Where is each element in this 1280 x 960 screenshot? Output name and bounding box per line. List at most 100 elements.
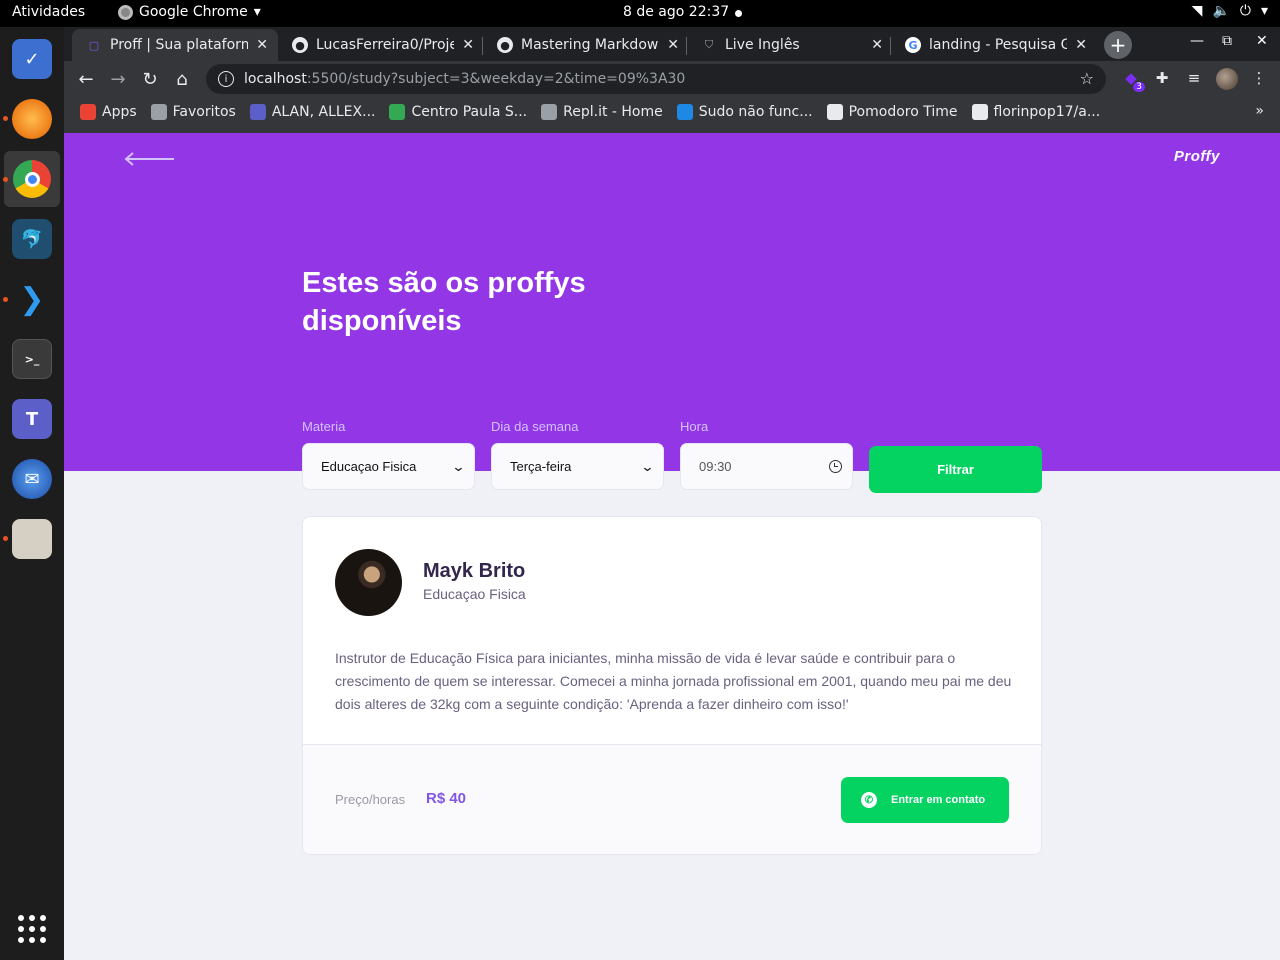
forward-icon[interactable]: → bbox=[105, 66, 131, 92]
weekday-select[interactable]: Terça-feira ⌄ bbox=[491, 443, 664, 490]
favicon-icon bbox=[676, 104, 693, 120]
vscode-icon[interactable]: ❯ bbox=[12, 279, 52, 319]
teacher-bio: Instrutor de Educação Física para inicia… bbox=[335, 650, 1012, 712]
chrome-dock-item[interactable] bbox=[4, 151, 60, 207]
firefox-icon[interactable] bbox=[12, 99, 52, 139]
weekday-field: Dia da semana Terça-feira ⌄ bbox=[491, 419, 664, 490]
price-label: Preço/horas bbox=[335, 792, 406, 807]
site-info-icon[interactable]: i bbox=[218, 71, 234, 87]
activities-button[interactable]: Atividades bbox=[12, 4, 85, 20]
favicon-icon bbox=[971, 104, 988, 120]
bookmark-item[interactable]: Repl.it - Home bbox=[541, 104, 663, 120]
brand-logo: Proffy bbox=[1173, 148, 1220, 165]
browser-toolbar: ← → ↻ ⌂ i localhost:5500/study?subject=3… bbox=[64, 61, 1280, 97]
favicon-icon bbox=[249, 104, 266, 120]
address-path: :5500/study?subject=3&weekday=2&time=09%… bbox=[306, 71, 686, 87]
tab-landing-search[interactable]: G landing - Pesquisa Google ✕ bbox=[891, 29, 1097, 61]
running-indicator bbox=[3, 177, 8, 182]
show-apps-icon[interactable] bbox=[18, 915, 46, 943]
time-label: Hora bbox=[680, 419, 709, 434]
app-menu[interactable]: Google Chrome ▾ bbox=[118, 4, 261, 20]
back-arrow-icon[interactable] bbox=[124, 149, 176, 169]
weekday-select-value: Terça-feira bbox=[510, 459, 572, 474]
more-menu-icon[interactable]: ⋮ bbox=[1248, 67, 1270, 89]
subject-select[interactable]: Educaçao Fisica ⌄ bbox=[302, 443, 475, 490]
shield-icon: ⛉ bbox=[704, 38, 714, 51]
system-tray[interactable]: ◥ 🔈 ⏻ ▾ bbox=[1192, 3, 1268, 19]
files-icon[interactable] bbox=[12, 519, 52, 559]
apps-grid-icon bbox=[80, 104, 96, 120]
subject-select-value: Educaçao Fisica bbox=[321, 459, 417, 474]
bookmark-label: Sudo não func... bbox=[698, 104, 813, 120]
bookmark-item[interactable]: ALAN, ALLEX... bbox=[249, 104, 375, 120]
back-icon[interactable]: ← bbox=[73, 66, 99, 92]
teacher-name: Mayk Brito bbox=[423, 560, 526, 582]
home-icon[interactable]: ⌂ bbox=[169, 66, 195, 92]
todo-app-icon[interactable]: ✓ bbox=[12, 39, 52, 79]
profile-avatar[interactable] bbox=[1216, 68, 1238, 90]
close-icon[interactable]: ✕ bbox=[256, 37, 268, 53]
volume-icon: 🔈 bbox=[1212, 3, 1230, 19]
teacher-avatar bbox=[335, 549, 402, 616]
subject-field: Materia Educaçao Fisica ⌄ bbox=[302, 419, 475, 490]
bookmark-item[interactable]: Sudo não func... bbox=[676, 104, 813, 120]
bookmark-label: Centro Paula S... bbox=[411, 104, 528, 120]
dock: ✓ 🐬 ❯ >_ T ✉ bbox=[0, 27, 64, 960]
close-icon[interactable]: ✕ bbox=[1075, 37, 1087, 53]
tab-title: Proff | Sua plataforma bbox=[110, 37, 249, 53]
caret-down-icon: ▾ bbox=[253, 4, 261, 20]
power-icon: ⏻ bbox=[1239, 3, 1251, 19]
folder-icon bbox=[150, 104, 167, 120]
bookmark-label: florinpop17/a... bbox=[993, 104, 1101, 120]
extension-icon[interactable]: ◆ 3 bbox=[1120, 67, 1145, 92]
close-icon[interactable]: ✕ bbox=[667, 37, 679, 53]
bookmark-item[interactable]: Pomodoro Time bbox=[826, 104, 958, 120]
app-menu-label: Google Chrome bbox=[139, 4, 248, 20]
close-window-icon[interactable]: ✕ bbox=[1256, 33, 1268, 49]
bookmark-item[interactable]: florinpop17/a... bbox=[971, 104, 1101, 120]
page-title: Estes são os proffys disponíveis bbox=[302, 267, 586, 337]
bookmarks-overflow-icon[interactable]: » bbox=[1255, 103, 1264, 119]
clock[interactable]: 8 de ago 22:37 bbox=[623, 4, 729, 20]
proffy-chat-icon: ▢ bbox=[88, 38, 100, 52]
bookmark-item[interactable]: Centro Paula S... bbox=[389, 104, 527, 120]
filter-button[interactable]: Filtrar bbox=[869, 446, 1042, 493]
thunderbird-icon[interactable]: ✉ bbox=[12, 459, 52, 499]
reading-list-icon[interactable]: ≡ bbox=[1183, 67, 1205, 89]
bookmark-star-icon[interactable]: ☆ bbox=[1080, 69, 1094, 88]
mysql-workbench-icon[interactable]: 🐬 bbox=[12, 219, 52, 259]
address-bar[interactable]: i localhost:5500/study?subject=3&weekday… bbox=[206, 64, 1106, 94]
tab-title: Live Inglês bbox=[725, 37, 800, 53]
tab-lucasferreira[interactable]: ● LucasFerreira0/Projeto ✕ bbox=[278, 29, 484, 61]
bookmark-item[interactable]: Favoritos bbox=[150, 104, 236, 120]
caret-down-icon: ▾ bbox=[1260, 3, 1268, 19]
new-tab-button[interactable]: + bbox=[1104, 31, 1132, 59]
extension-badge: 3 bbox=[1133, 82, 1145, 92]
contact-button-label: Entrar em contato bbox=[891, 794, 986, 806]
bookmark-label: Repl.it - Home bbox=[563, 104, 663, 120]
close-icon[interactable]: ✕ bbox=[462, 37, 474, 53]
notification-dot bbox=[735, 10, 742, 17]
time-input[interactable]: 09:30 bbox=[680, 443, 853, 490]
bookmark-label: Pomodoro Time bbox=[848, 104, 958, 120]
tab-proff[interactable]: ▢ Proff | Sua plataforma ✕ bbox=[72, 29, 278, 61]
tab-mastering-markdown[interactable]: ● Mastering Markdown ✕ bbox=[483, 29, 689, 61]
restore-icon[interactable]: ⧉ bbox=[1222, 33, 1232, 49]
chevron-down-icon: ⌄ bbox=[451, 458, 466, 474]
puzzle-icon[interactable]: ✚ bbox=[1151, 67, 1173, 89]
minimize-icon[interactable]: — bbox=[1190, 33, 1204, 49]
tab-live-ingles[interactable]: ⛉ Live Inglês ✕ bbox=[687, 29, 893, 61]
teacher-card-footer: Preço/horas R$ 40 ✆ Entrar em contato bbox=[303, 744, 1041, 854]
teams-icon[interactable]: T bbox=[12, 399, 52, 439]
whatsapp-icon: ✆ bbox=[861, 792, 877, 808]
github-icon: ● bbox=[292, 37, 308, 53]
terminal-icon[interactable]: >_ bbox=[12, 339, 52, 379]
reload-icon[interactable]: ↻ bbox=[137, 66, 163, 92]
close-icon[interactable]: ✕ bbox=[871, 37, 883, 53]
chevron-down-icon: ⌄ bbox=[640, 458, 655, 474]
clock-icon[interactable] bbox=[829, 460, 842, 473]
contact-button[interactable]: ✆ Entrar em contato bbox=[841, 777, 1009, 823]
bookmark-item[interactable]: Apps bbox=[80, 104, 137, 120]
google-icon: G bbox=[905, 37, 921, 53]
tab-title: LucasFerreira0/Projeto bbox=[316, 37, 455, 53]
